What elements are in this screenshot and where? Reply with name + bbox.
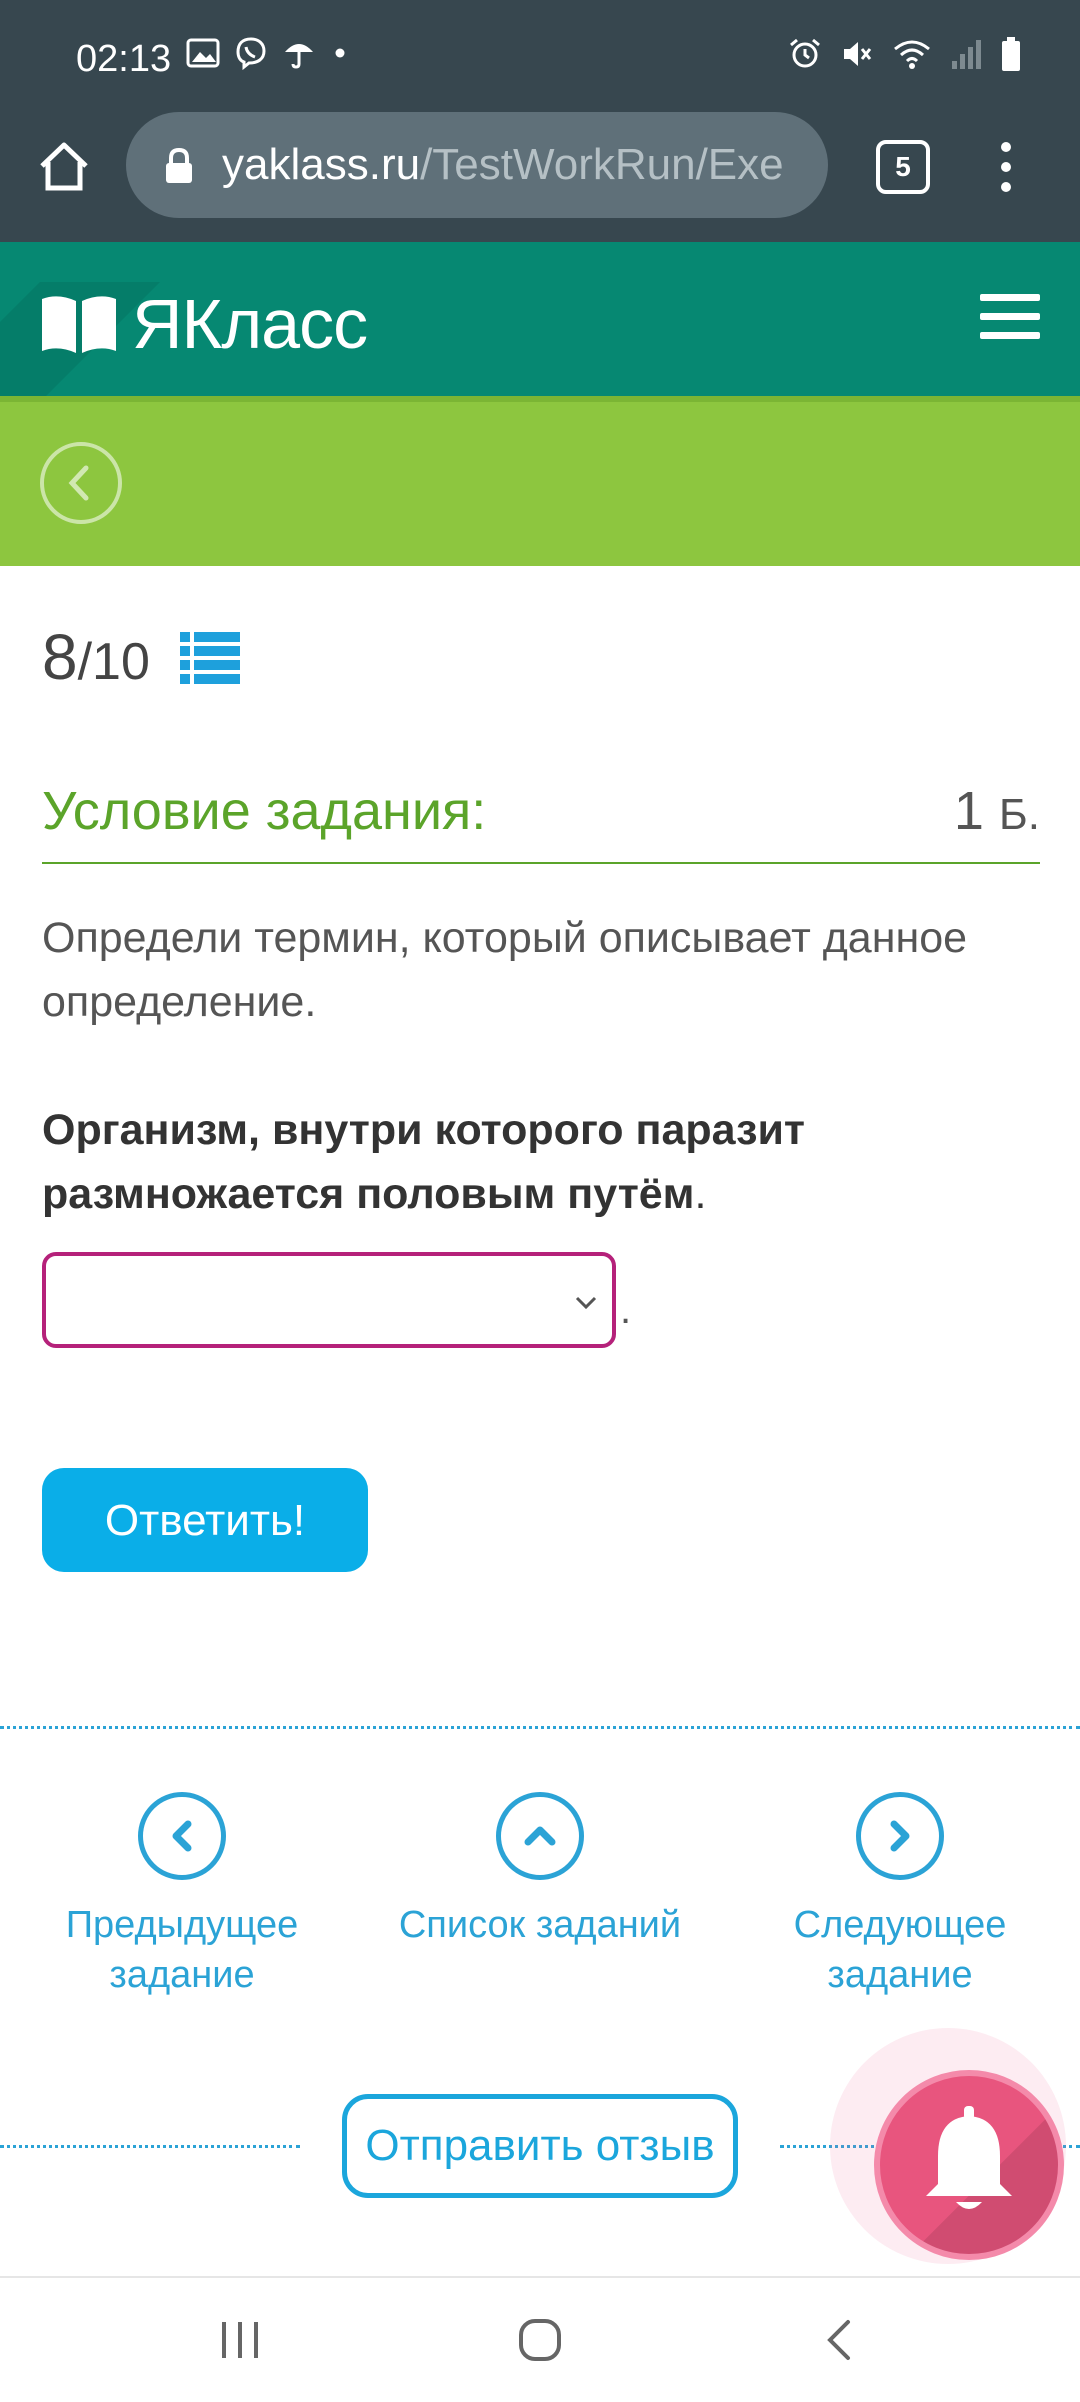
system-back-button[interactable] <box>800 2278 880 2402</box>
home-icon[interactable] <box>36 138 92 194</box>
task-list-link[interactable]: Список заданий <box>390 1792 690 1950</box>
recent-apps-button[interactable] <box>200 2278 280 2402</box>
home-circle-icon <box>519 2319 561 2361</box>
lock-icon <box>166 148 192 183</box>
points-unit: Б. <box>998 790 1040 839</box>
alarm-icon <box>790 38 820 68</box>
mute-icon <box>844 42 872 66</box>
chevron-up-icon <box>524 1826 556 1846</box>
home-button[interactable] <box>500 2278 580 2402</box>
chevron-left-icon <box>172 1820 192 1852</box>
system-nav-bar <box>0 2276 1080 2402</box>
feedback-button[interactable]: Отправить отзыв <box>342 2094 738 2198</box>
tab-count: 5 <box>895 151 911 182</box>
url-path: /TestWorkRun/Exe <box>420 140 784 189</box>
question-counter: 8/10 <box>42 620 150 694</box>
image-icon <box>186 38 220 68</box>
points-value: 1 <box>953 781 984 841</box>
prev-task-link[interactable]: Предыдущее задание <box>32 1792 332 2000</box>
bell-icon <box>926 2106 1012 2209</box>
browser-menu-icon[interactable] <box>996 142 1016 192</box>
address-bar[interactable]: yaklass.ru/TestWorkRun/Exe <box>126 112 828 218</box>
points: 1 Б. <box>954 780 1040 842</box>
question-period: . <box>694 1170 707 1218</box>
task-list-icon[interactable] <box>180 632 240 686</box>
signal-icon <box>952 40 981 69</box>
question-body: Организм, внутри которого паразит размно… <box>42 1106 805 1218</box>
site-header: ЯКласс <box>0 242 1080 396</box>
url-domain: yaklass.ru <box>222 140 421 189</box>
divider-left <box>0 2145 300 2148</box>
prev-task-label: Предыдущее задание <box>65 1904 299 1996</box>
recent-apps-icon <box>222 2322 258 2358</box>
wifi-icon <box>894 40 930 69</box>
question-text: Организм, внутри которого паразит размно… <box>42 1098 1062 1226</box>
total-questions: /10 <box>77 633 150 691</box>
next-task-label: Следующее задание <box>793 1904 1007 1996</box>
chevron-left-icon <box>68 465 89 501</box>
current-question: 8 <box>42 621 78 693</box>
url-text[interactable]: yaklass.ru/TestWorkRun/Exe <box>222 140 802 190</box>
back-icon <box>827 2320 850 2360</box>
battery-icon <box>1002 37 1020 71</box>
select-period: . <box>620 1288 632 1332</box>
notification-button[interactable] <box>874 2070 1064 2260</box>
back-button[interactable] <box>40 442 122 524</box>
sub-header <box>0 396 1080 566</box>
condition-header: Условие задания: 1 Б. <box>42 770 1040 864</box>
answer-button[interactable]: Ответить! <box>42 1468 368 1572</box>
task-list-label: Список заданий <box>398 1904 682 1946</box>
chevron-right-icon <box>890 1820 910 1852</box>
hamburger-menu-icon[interactable] <box>980 294 1040 339</box>
status-bar: 02:13 <box>0 0 1080 120</box>
viber-icon <box>236 37 266 70</box>
status-time: 02:13 <box>76 38 172 80</box>
answer-select[interactable] <box>42 1252 616 1348</box>
list-circle <box>496 1792 584 1880</box>
browser-chrome: 02:13 yaklass.ru/TestWorkRun/Exe 5 <box>0 0 1080 242</box>
prev-circle <box>138 1792 226 1880</box>
task-instruction: Определи термин, который описывает данно… <box>42 914 968 1026</box>
chevron-down-icon <box>575 1296 597 1310</box>
next-task-link[interactable]: Следующее задание <box>750 1792 1050 2000</box>
brand-name: ЯКласс <box>132 285 368 363</box>
site-logo[interactable]: ЯКласс <box>40 284 368 364</box>
umbrella-icon <box>285 44 313 69</box>
next-circle <box>856 1792 944 1880</box>
condition-title: Условие задания: <box>42 781 487 841</box>
dot-icon <box>335 48 345 58</box>
divider <box>0 1726 1080 1729</box>
tab-switcher-button[interactable]: 5 <box>876 140 930 194</box>
book-icon <box>42 296 116 353</box>
